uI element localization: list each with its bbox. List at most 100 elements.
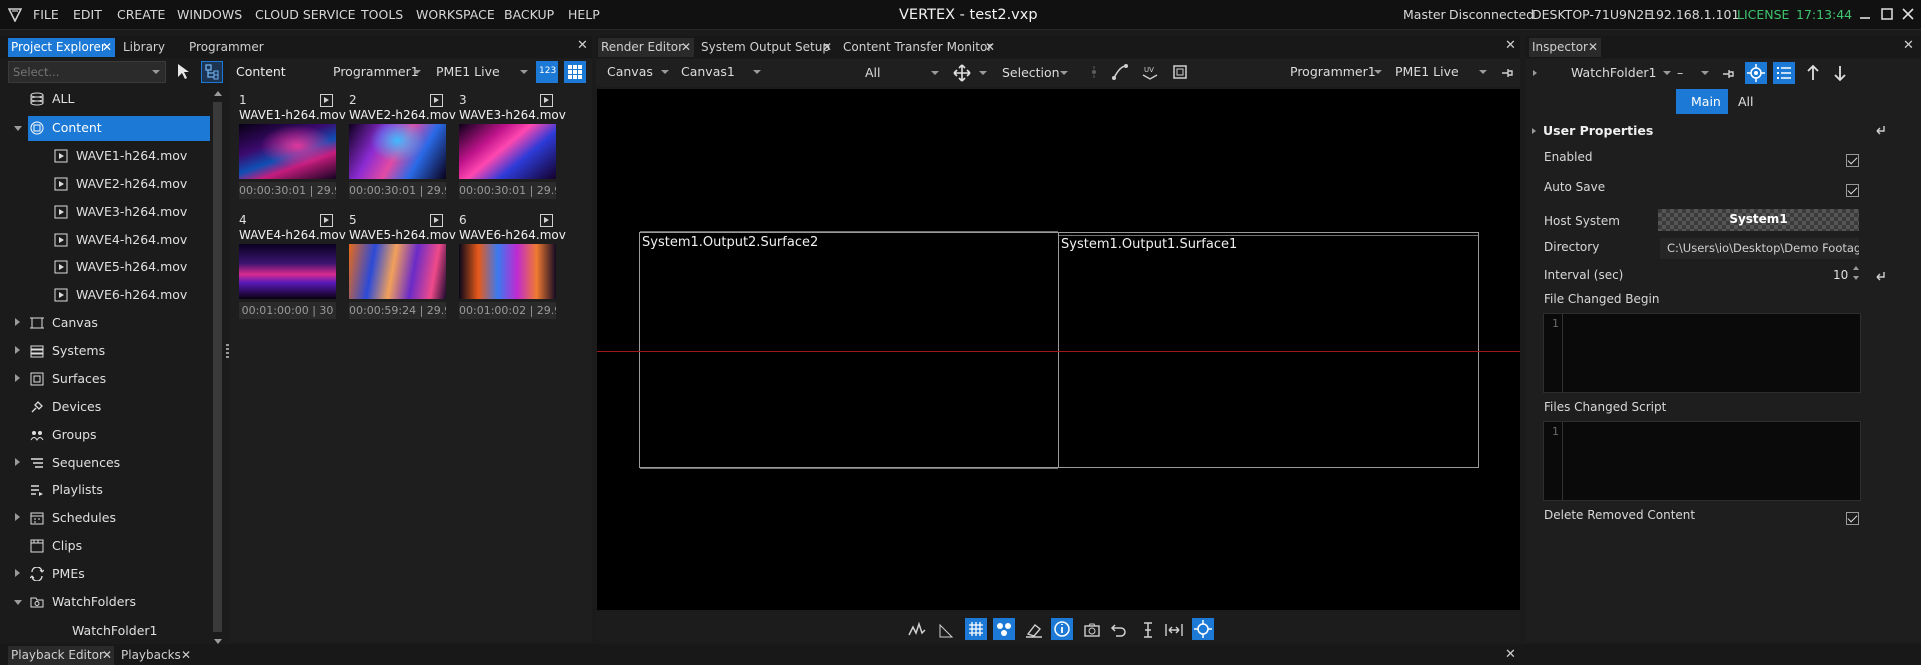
tree-item-wave3[interactable]: WAVE3-h264.mov <box>54 200 234 224</box>
tree-item-clips[interactable]: Clips <box>30 534 210 558</box>
tab-all[interactable]: All <box>1732 89 1772 114</box>
waveform-icon[interactable] <box>908 621 926 639</box>
warp-icon[interactable] <box>1111 63 1129 81</box>
pointer-select-icon[interactable] <box>174 62 192 80</box>
menu-windows[interactable]: WINDOWS <box>177 7 242 22</box>
tab-system-output-setup[interactable]: System Output Setup ✕ <box>698 38 834 57</box>
host-system-field[interactable]: System1 <box>1658 209 1859 231</box>
tree-item-sequences[interactable]: Sequences <box>15 451 210 475</box>
close-panel-icon[interactable]: ✕ <box>577 38 588 53</box>
expand-icon[interactable] <box>15 318 20 326</box>
content-card[interactable]: 5 WAVE5-h264.mov 00:00:59:24 | 29.97 <box>345 211 456 326</box>
menu-file[interactable]: FILE <box>33 7 59 22</box>
tab-render-editor[interactable]: Render Editor ✕ <box>598 38 694 57</box>
content-card[interactable]: 1 WAVE1-h264.mov 00:00:30:01 | 29.97 <box>235 91 346 206</box>
crop-icon[interactable] <box>1171 63 1189 81</box>
inspector-target-dropdown[interactable]: WatchFolder1 <box>1565 62 1675 84</box>
expand-icon[interactable] <box>15 374 20 382</box>
uv-icon[interactable]: UV <box>1141 63 1159 81</box>
snap-icon[interactable] <box>1087 65 1101 79</box>
arrow-down-icon[interactable] <box>1833 64 1847 82</box>
expand-icon[interactable] <box>15 458 20 466</box>
fit-width-icon[interactable] <box>1165 621 1183 639</box>
content-card[interactable]: 2 WAVE2-h264.mov 00:00:30:01 | 29.97 <box>345 91 456 206</box>
menu-edit[interactable]: EDIT <box>73 7 102 22</box>
expand-icon[interactable] <box>15 569 20 577</box>
render-programmer-dropdown[interactable]: Programmer1 <box>1284 61 1386 83</box>
numeric-view-button[interactable]: 123 <box>536 61 558 83</box>
group-nodes-icon[interactable] <box>993 618 1015 640</box>
interval-value[interactable]: 10 <box>1833 268 1848 282</box>
programmer-dropdown[interactable]: Programmer1 <box>327 61 425 83</box>
grid-toggle-icon[interactable] <box>965 618 987 640</box>
close-tab-icon[interactable]: ✕ <box>985 38 995 57</box>
delete-removed-content-checkbox[interactable] <box>1846 512 1859 525</box>
close-bottom-panel-icon[interactable]: ✕ <box>1505 647 1516 662</box>
pin-icon[interactable] <box>1721 67 1735 81</box>
close-tab-icon[interactable]: ✕ <box>1588 38 1598 57</box>
tab-inspector[interactable]: Inspector ✕ <box>1529 38 1601 57</box>
canvas-type-dropdown[interactable]: Canvas <box>601 61 673 83</box>
file-changed-begin-editor[interactable]: 1 <box>1543 313 1861 393</box>
tree-item-surfaces[interactable]: Surfaces <box>15 367 210 391</box>
tab-content-transfer-monitor[interactable]: Content Transfer Monitor ✕ <box>840 38 998 57</box>
pin-icon[interactable] <box>1500 66 1514 80</box>
search-input[interactable] <box>13 64 143 80</box>
expand-icon[interactable] <box>15 346 20 354</box>
tree-item-watchfolder1[interactable]: WatchFolder1 <box>50 619 230 643</box>
mode-dropdown[interactable]: Selection <box>996 62 1072 84</box>
autosave-checkbox[interactable] <box>1846 184 1859 197</box>
minimize-icon[interactable] <box>1859 8 1871 20</box>
play-icon[interactable] <box>540 94 553 107</box>
tree-select-icon[interactable] <box>201 61 223 83</box>
tree-item-canvas[interactable]: Canvas <box>15 311 210 335</box>
tab-playbacks[interactable]: Playbacks ✕ <box>118 646 194 665</box>
scroll-up-icon[interactable] <box>214 91 222 96</box>
tree-item-groups[interactable]: Groups <box>30 423 210 447</box>
interval-stepper-icon[interactable] <box>1853 265 1860 282</box>
tree-item-playlists[interactable]: Playlists <box>30 478 210 502</box>
undo-icon[interactable] <box>1110 621 1128 639</box>
content-card[interactable]: 3 WAVE3-h264.mov 00:00:30:01 | 29.97 <box>455 91 566 206</box>
tree-item-wave2[interactable]: WAVE2-h264.mov <box>54 172 234 196</box>
tree-item-wave1[interactable]: WAVE1-h264.mov <box>54 144 234 168</box>
ruler-icon[interactable] <box>938 623 954 639</box>
files-changed-script-editor[interactable]: 1 <box>1543 421 1861 501</box>
close-tab-icon[interactable]: ✕ <box>822 38 832 57</box>
close-panel-icon[interactable]: ✕ <box>1505 38 1516 53</box>
section-collapse-icon[interactable] <box>1532 128 1536 134</box>
license-link[interactable]: LICENSE <box>1737 7 1789 22</box>
move-icon[interactable] <box>953 64 971 82</box>
inspector-secondary-dropdown[interactable]: – <box>1671 62 1713 84</box>
move-chevron-down-icon[interactable] <box>979 71 987 75</box>
play-icon[interactable] <box>430 94 443 107</box>
eraser-icon[interactable] <box>1025 621 1043 639</box>
tree-item-pmes[interactable]: PMEs <box>15 562 210 586</box>
play-icon[interactable] <box>320 94 333 107</box>
surface-output1[interactable]: System1.Output1.Surface1 <box>1058 232 1479 468</box>
tab-project-explorer[interactable]: Project Explorer ✕ <box>8 38 115 57</box>
menu-help[interactable]: HELP <box>568 7 600 22</box>
inspector-scrollbar[interactable] <box>1906 120 1915 640</box>
tab-library[interactable]: Library <box>120 38 180 57</box>
content-card[interactable]: 6 WAVE6-h264.mov 00:01:00:02 | 29.97 <box>455 211 566 326</box>
text-cursor-icon[interactable] <box>1139 621 1157 639</box>
pme-dropdown[interactable]: PME1 Live <box>430 61 532 83</box>
close-icon[interactable] <box>1902 8 1914 20</box>
tab-playback-editor[interactable]: Playback Editor ✕ <box>8 646 114 665</box>
grid-view-icon[interactable] <box>564 61 586 83</box>
content-card[interactable]: 4 WAVE4-h264.mov 00:01:00:00 | 30 <box>235 211 346 326</box>
expand-icon[interactable] <box>14 600 22 609</box>
surface-output2[interactable]: System1.Output2.Surface2 <box>639 231 1059 469</box>
close-tab-icon[interactable]: ✕ <box>181 646 191 665</box>
tree-item-content[interactable]: Content <box>14 116 210 140</box>
close-tab-icon[interactable]: ✕ <box>102 38 112 57</box>
explorer-search-input[interactable] <box>8 61 166 83</box>
info-icon[interactable] <box>1051 618 1073 640</box>
reset-section-icon[interactable] <box>1874 124 1886 136</box>
tree-item-systems[interactable]: Systems <box>15 339 210 363</box>
chevron-down-icon[interactable] <box>152 70 160 74</box>
play-icon[interactable] <box>430 214 443 227</box>
menu-cloud-service[interactable]: CLOUD SERVICE <box>255 7 356 22</box>
tree-item-all[interactable]: ALL <box>30 87 210 111</box>
